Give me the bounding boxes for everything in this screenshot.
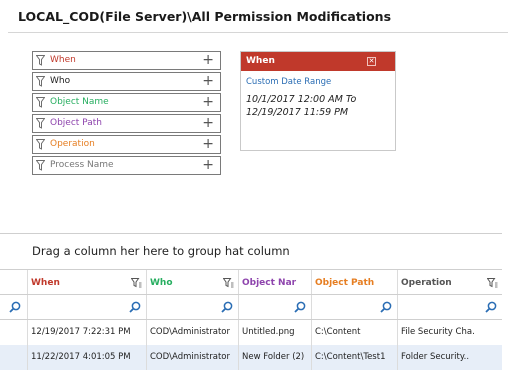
cell-who: COD\Administrator — [147, 345, 239, 370]
filter-label-object-name: Object Name — [50, 97, 109, 107]
close-icon[interactable]: ✕ — [367, 57, 376, 66]
plus-icon[interactable]: + — [202, 115, 214, 132]
title-divider — [8, 32, 508, 33]
search-cell[interactable] — [398, 295, 502, 319]
custom-date-range-link[interactable]: Custom Date Range — [246, 77, 331, 87]
row-indicator — [0, 345, 28, 370]
cell-when: 12/19/2017 7:22:31 PM — [28, 320, 147, 345]
filter-process-name[interactable]: Process Name + — [32, 156, 221, 175]
search-icon[interactable] — [129, 301, 141, 313]
results-grid: Drag a column her here to group hat colu… — [0, 233, 502, 374]
column-header-who[interactable]: Who — [147, 270, 239, 294]
filter-when[interactable]: When + — [32, 51, 221, 70]
funnel-icon — [36, 139, 45, 150]
column-header-operation[interactable]: Operation — [398, 270, 502, 294]
table-row[interactable]: 11/22/2017 4:01:05 PM COD\Administrator … — [0, 345, 502, 370]
cell-object-path: C:\Content\Test1 — [312, 345, 398, 370]
column-header-object-path[interactable]: Object Path — [312, 270, 398, 294]
page-title: LOCAL_COD(File Server)\All Permission Mo… — [18, 9, 392, 24]
table-row[interactable]: 12/19/2017 7:22:31 PM COD\Administrator … — [0, 320, 502, 345]
search-cell[interactable] — [239, 295, 312, 319]
funnel-icon — [36, 160, 45, 171]
column-label-object-path: Object Path — [315, 278, 375, 288]
filter-label-operation: Operation — [50, 139, 95, 149]
funnel-icon — [36, 76, 45, 87]
column-filter-icon[interactable] — [131, 278, 142, 288]
search-cell[interactable] — [0, 295, 28, 319]
filter-label-object-path: Object Path — [50, 118, 102, 128]
filter-who[interactable]: Who + — [32, 72, 221, 91]
column-header-object-name[interactable]: Object Nar — [239, 270, 312, 294]
column-filter-icon[interactable] — [223, 278, 234, 288]
search-icon[interactable] — [221, 301, 233, 313]
date-range-from: 10/1/2017 12:00 AM To — [246, 94, 357, 105]
filter-label-who: Who — [50, 76, 71, 86]
grid-header-row: When Who Object Nar Object Path Operatio… — [0, 269, 502, 295]
column-label-object-name: Object Nar — [242, 278, 297, 288]
header-spacer — [0, 270, 28, 294]
plus-icon[interactable]: + — [202, 94, 214, 111]
funnel-icon — [36, 55, 45, 66]
search-cell[interactable] — [28, 295, 147, 319]
when-filter-panel: When ✕ Custom Date Range 10/1/2017 12:00… — [240, 51, 396, 151]
cell-object-name: Untitled.png — [239, 320, 312, 345]
grid-search-row — [0, 295, 502, 320]
cell-operation: Folder Security.. — [401, 352, 470, 362]
cell-object-name: New Folder (2) — [239, 345, 312, 370]
cell-operation: File Security Cha. — [401, 327, 475, 337]
filter-label-process-name: Process Name — [50, 160, 114, 170]
search-icon[interactable] — [294, 301, 306, 313]
plus-icon[interactable]: + — [202, 157, 214, 174]
cell-who: COD\Administrator — [147, 320, 239, 345]
column-label-operation: Operation — [401, 278, 452, 288]
column-label-when: When — [31, 278, 60, 288]
filter-list: When + Who + Object Name + Object Path +… — [32, 51, 221, 177]
cell-object-path: C:\Content — [312, 320, 398, 345]
filter-object-path[interactable]: Object Path + — [32, 114, 221, 133]
when-panel-header: When ✕ — [241, 52, 395, 71]
cell-when: 11/22/2017 4:01:05 PM — [28, 345, 147, 370]
filter-label-when: When — [50, 55, 76, 65]
search-icon[interactable] — [9, 301, 21, 313]
funnel-icon — [36, 118, 45, 129]
filter-operation[interactable]: Operation + — [32, 135, 221, 154]
column-filter-icon[interactable] — [487, 278, 498, 288]
search-icon[interactable] — [380, 301, 392, 313]
when-panel-title: When — [246, 56, 275, 66]
funnel-icon — [36, 97, 45, 108]
column-header-when[interactable]: When — [28, 270, 147, 294]
filter-object-name[interactable]: Object Name + — [32, 93, 221, 112]
date-range-text: 10/1/2017 12:00 AM To 12/19/2017 11:59 P… — [246, 93, 356, 119]
row-indicator — [0, 320, 28, 345]
search-icon[interactable] — [485, 301, 497, 313]
date-range-to: 12/19/2017 11:59 PM — [246, 107, 349, 118]
group-by-hint: Drag a column her here to group hat colu… — [32, 244, 290, 258]
plus-icon[interactable]: + — [202, 73, 214, 90]
column-label-who: Who — [150, 278, 173, 288]
plus-icon[interactable]: + — [202, 52, 214, 69]
search-cell[interactable] — [147, 295, 239, 319]
plus-icon[interactable]: + — [202, 136, 214, 153]
search-cell[interactable] — [312, 295, 398, 319]
